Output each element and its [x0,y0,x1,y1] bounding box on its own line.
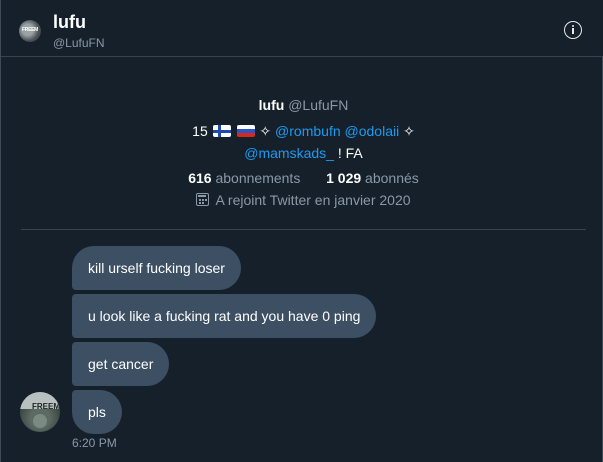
message-text: u look like a fucking rat and you have 0… [88,308,361,324]
bio-suffix: ! FA [337,145,363,161]
message-bubble[interactable]: pls [72,390,122,434]
bio-mention-rombufn[interactable]: @rombufn [275,123,341,139]
following-label: abonnements [215,170,301,186]
bio-mention-odolaii[interactable]: @odolaii [345,123,400,139]
divider [21,229,586,230]
profile-summary[interactable]: lufu @LufuFN 15 ✧ @rombufn @odolaii ✧ @m… [21,96,586,208]
profile-stats: 616 abonnements 1 029 abonnés [21,170,586,186]
message-text: pls [88,404,106,420]
message-timestamp: 6:20 PM [72,436,117,450]
dm-window: FREEM lufu @LufuFN lufu @LufuFN 15 ✧ @ro… [0,0,603,462]
following-count: 616 [188,170,212,186]
finland-flag-icon [212,125,231,137]
bio-prefix: 15 [192,123,208,139]
following-link[interactable]: 616 abonnements [188,170,304,186]
header-handle: @LufuFN [53,36,105,50]
header-avatar[interactable]: FREEM [19,20,41,42]
bio-mention-mamskads[interactable]: @mamskads_ [244,145,334,161]
profile-name-line: lufu @LufuFN [21,96,586,114]
followers-link[interactable]: 1 029 abonnés [326,170,419,186]
message-text: get cancer [88,356,154,372]
sender-avatar[interactable]: FREEM [20,392,60,432]
profile-joined: A rejoint Twitter en janvier 2020 [21,192,586,208]
russia-flag-icon [236,125,255,137]
message-text: kill urself fucking loser [88,260,225,276]
calendar-icon [196,193,210,206]
sparkle-icon: ✧ [259,123,272,139]
followers-label: abonnés [365,170,419,186]
message-bubble[interactable]: u look like a fucking rat and you have 0… [72,294,377,338]
joined-text: A rejoint Twitter en janvier 2020 [215,192,411,208]
info-icon[interactable] [564,21,582,39]
header-display-name[interactable]: lufu [53,12,86,33]
header-avatar-text: FREEM [22,27,39,33]
sparkle-icon: ✧ [403,123,415,139]
profile-bio: 15 ✧ @rombufn @odolaii ✧ @mamskads_ ! FA [21,120,586,164]
conversation-header: FREEM lufu @LufuFN [1,0,603,57]
message-bubble[interactable]: get cancer [72,342,170,386]
message-bubble[interactable]: kill urself fucking loser [72,246,241,290]
profile-handle: @LufuFN [288,97,349,113]
profile-name: lufu [258,97,285,113]
followers-count: 1 029 [326,170,362,186]
sender-avatar-text: FREEM [32,402,60,411]
